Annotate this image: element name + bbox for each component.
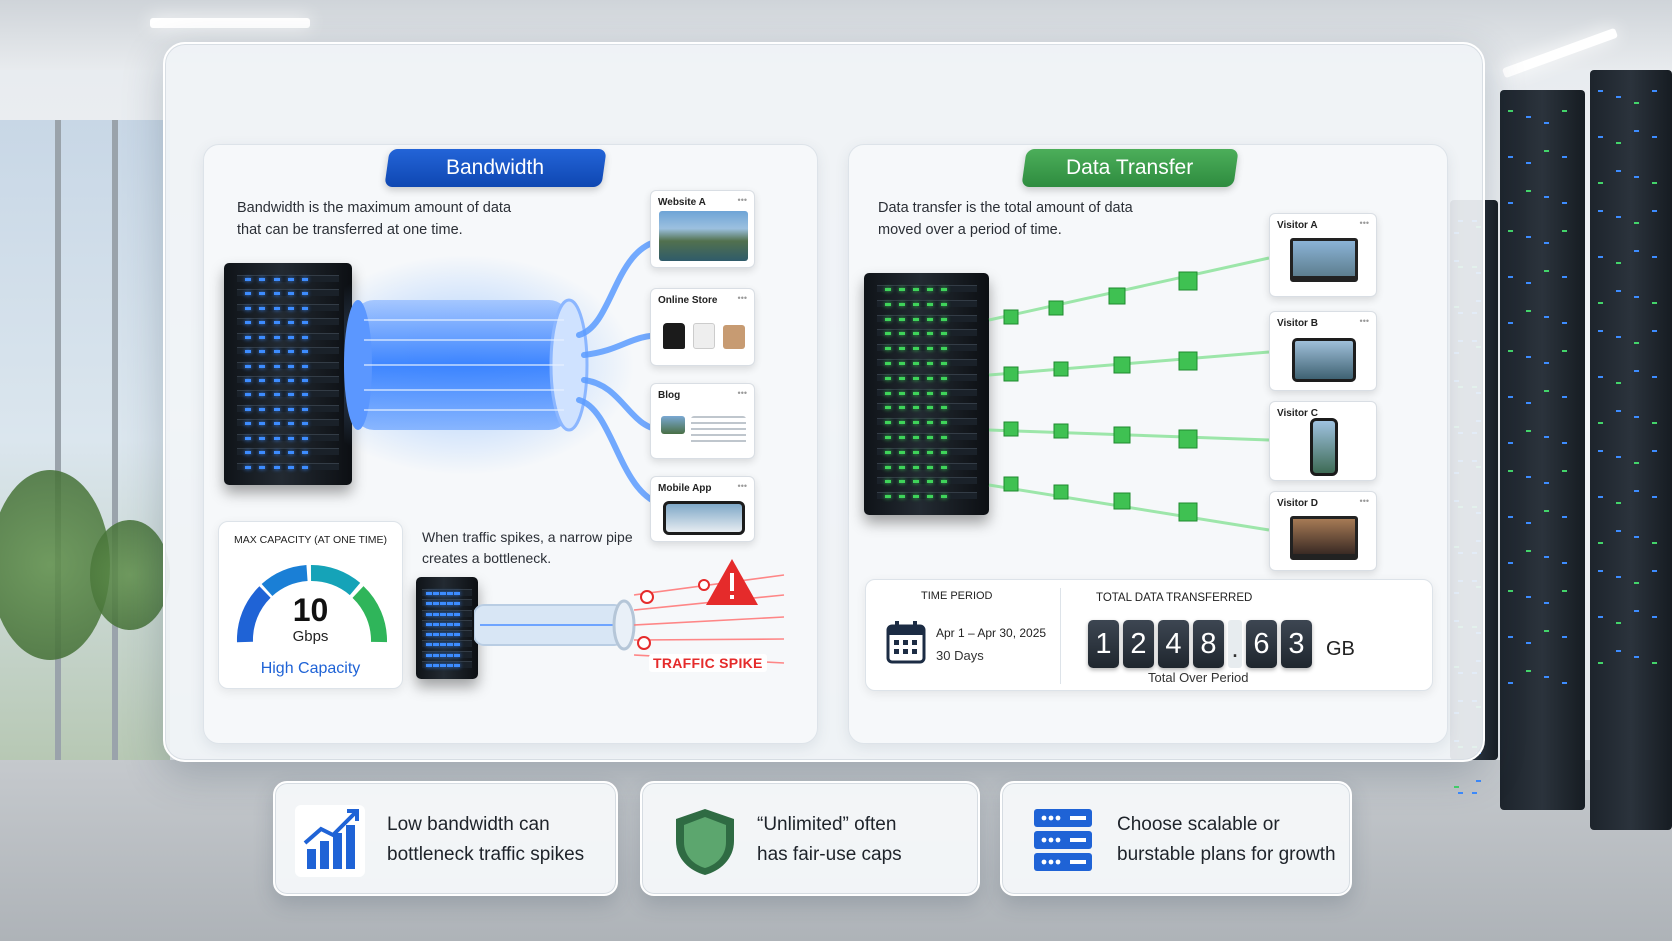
digit-decimal: . bbox=[1228, 620, 1242, 668]
bandwidth-server-icon bbox=[224, 263, 352, 485]
total-caption: Total Over Period bbox=[1148, 670, 1249, 685]
visitor-label: Visitor D bbox=[1277, 498, 1318, 509]
data-transfer-title: Data Transfer bbox=[1021, 149, 1239, 187]
phone-icon bbox=[663, 501, 745, 535]
time-period-label: TIME PERIOD bbox=[921, 590, 993, 602]
traffic-spike-badge: TRAFFIC SPIKE bbox=[649, 654, 767, 672]
total-unit: GB bbox=[1326, 638, 1355, 660]
max-capacity-gauge: MAX CAPACITY (AT ONE TIME) 10 Gbps High … bbox=[218, 521, 403, 689]
time-period-range: Apr 1 – Apr 30, 2025 bbox=[936, 626, 1047, 640]
small-server-icon bbox=[416, 577, 478, 679]
feature-text-line: Choose scalable or bbox=[1117, 814, 1280, 835]
destination-label: Blog bbox=[658, 390, 681, 401]
gauge-value: 10 bbox=[292, 592, 329, 628]
visitor-card: Visitor C bbox=[1269, 401, 1377, 481]
digit-tile: 3 bbox=[1281, 620, 1312, 668]
main-board: Bandwidth Bandwidth is the maximum amoun… bbox=[163, 42, 1485, 762]
server-stack-icon bbox=[1034, 809, 1092, 871]
digit-tile: 6 bbox=[1246, 620, 1277, 668]
feature-text-line: has fair-use caps bbox=[757, 844, 902, 865]
background-window bbox=[0, 120, 170, 760]
background-server-rack bbox=[1500, 90, 1585, 810]
calendar-icon bbox=[886, 621, 926, 664]
feature-card-scalable: Choose scalable or burstable plans for g… bbox=[1000, 781, 1352, 896]
bandwidth-pipe-diagram bbox=[344, 237, 667, 508]
total-data-label: TOTAL DATA TRANSFERRED bbox=[1096, 592, 1253, 604]
destination-card: Website A ••• bbox=[650, 190, 755, 268]
visitor-card: Visitor A ••• bbox=[1269, 213, 1377, 297]
background-plant bbox=[90, 520, 170, 630]
blog-image bbox=[661, 416, 685, 434]
bag-icon bbox=[723, 325, 745, 349]
feature-card-bandwidth: Low bandwidth can bottleneck traffic spi… bbox=[273, 781, 618, 896]
gauge-label: MAX CAPACITY (AT ONE TIME) bbox=[233, 534, 388, 546]
gauge-caption: High Capacity bbox=[260, 660, 361, 677]
data-transfer-description-line: Data transfer is the total amount of dat… bbox=[878, 200, 1133, 216]
visitor-card: Visitor B ••• bbox=[1269, 311, 1377, 391]
flow-line-visitor-a bbox=[988, 256, 1270, 322]
digit-tile: 8 bbox=[1193, 620, 1224, 668]
visitor-label: Visitor C bbox=[1277, 408, 1318, 419]
destination-label: Website A bbox=[658, 197, 706, 208]
phone-icon bbox=[1310, 418, 1338, 476]
data-transfer-summary: TIME PERIOD Apr 1 – Apr 30, 2025 30 Days… bbox=[865, 579, 1433, 691]
shield-icon bbox=[676, 809, 734, 875]
digit-tile: 1 bbox=[1088, 620, 1119, 668]
digit-tile: 4 bbox=[1158, 620, 1189, 668]
feature-text-line: bottleneck traffic spikes bbox=[387, 844, 585, 865]
data-transfer-description-line: moved over a period of time. bbox=[878, 222, 1062, 238]
ceiling-light bbox=[150, 18, 310, 28]
visitor-label: Visitor A bbox=[1277, 220, 1318, 231]
digit-tile: 2 bbox=[1123, 620, 1154, 668]
background-server-rack bbox=[1590, 70, 1672, 830]
chart-growth-icon bbox=[295, 805, 365, 877]
data-packet-flow-diagram bbox=[988, 256, 1270, 532]
feature-card-unlimited: “Unlimited” often has fair-use caps bbox=[640, 781, 980, 896]
destination-card: Online Store ••• bbox=[650, 288, 755, 366]
tablet-icon bbox=[1292, 338, 1356, 382]
tshirt-icon bbox=[663, 323, 685, 349]
destination-label: Online Store bbox=[658, 295, 718, 306]
data-transfer-server-icon bbox=[864, 273, 989, 515]
feature-text-line: burstable plans for growth bbox=[1117, 844, 1336, 865]
feature-text-line: Low bandwidth can bbox=[387, 814, 550, 835]
visitor-card: Visitor D ••• bbox=[1269, 491, 1377, 571]
visitor-label: Visitor B bbox=[1277, 318, 1318, 329]
blog-text-lines bbox=[691, 416, 746, 446]
laptop-video-icon bbox=[1290, 516, 1358, 560]
data-transfer-description: Data transfer is the total amount of dat… bbox=[878, 197, 1178, 241]
tshirt-icon bbox=[693, 323, 715, 349]
destination-label: Mobile App bbox=[658, 483, 712, 494]
laptop-icon bbox=[1290, 238, 1358, 282]
spike-description-line: When traffic spikes, a narrow pipe bbox=[422, 529, 633, 545]
bandwidth-panel: Bandwidth Bandwidth is the maximum amoun… bbox=[203, 144, 818, 744]
feature-text-line: “Unlimited” often bbox=[757, 814, 897, 835]
data-transfer-panel: Data Transfer Data transfer is the total… bbox=[848, 144, 1448, 744]
destination-card: Blog ••• bbox=[650, 383, 755, 459]
destination-card: Mobile App ••• bbox=[650, 476, 755, 542]
landscape-image bbox=[659, 211, 748, 261]
warning-icon bbox=[706, 559, 758, 605]
time-period-days: 30 Days bbox=[936, 648, 984, 663]
bandwidth-title: Bandwidth bbox=[384, 149, 607, 187]
gauge-unit: Gbps bbox=[292, 628, 329, 645]
